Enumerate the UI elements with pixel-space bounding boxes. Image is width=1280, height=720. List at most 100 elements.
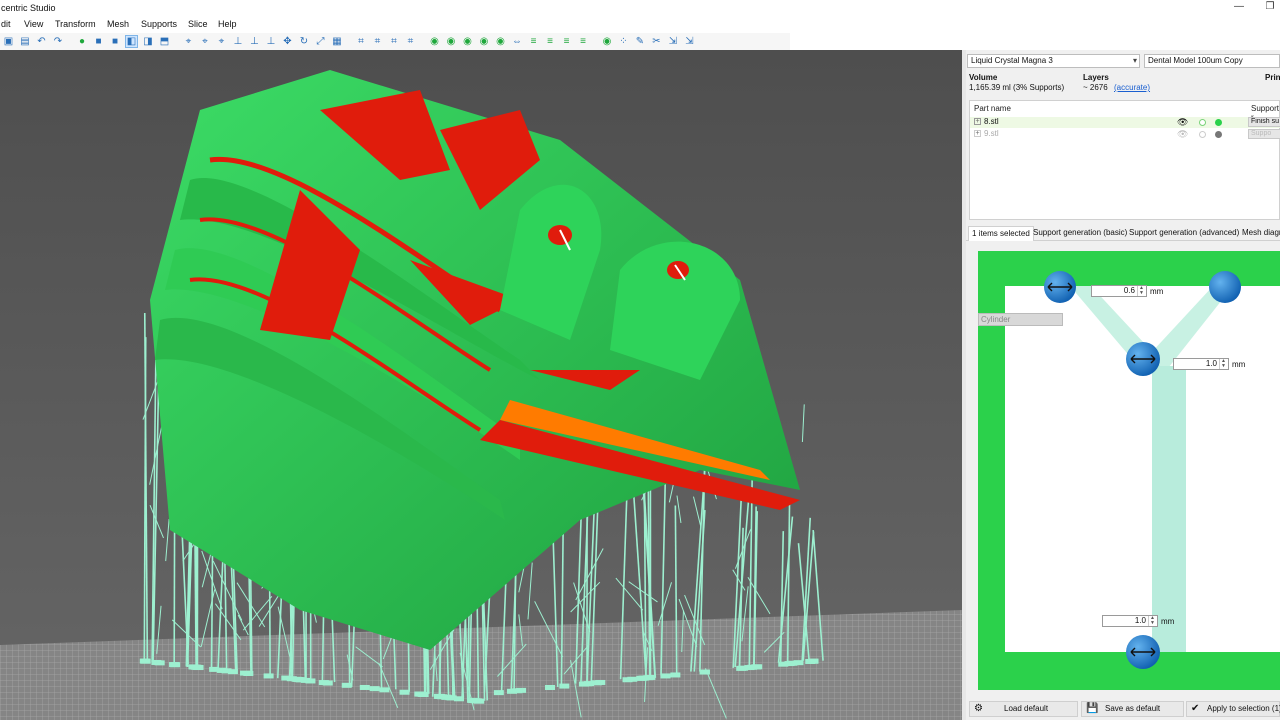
cut-icon[interactable]: ✂: [650, 35, 663, 48]
dots-icon[interactable]: ⁘: [617, 35, 630, 48]
view-front-icon[interactable]: ◧: [125, 35, 138, 48]
spinner-icon[interactable]: ▲ ▼: [1219, 359, 1227, 369]
sphere-icon[interactable]: ●: [76, 35, 89, 48]
view-side-icon[interactable]: ◨: [142, 35, 155, 48]
align-icon[interactable]: ⊥: [248, 35, 261, 48]
redo-icon[interactable]: ↷: [52, 35, 65, 48]
layers-icon[interactable]: ≡: [577, 35, 590, 48]
move-icon[interactable]: ✥: [281, 35, 294, 48]
support-foot: [243, 670, 254, 676]
apply-selection-button[interactable]: ✔ Apply to selection (1): [1186, 701, 1280, 717]
unit-label: mm: [1150, 287, 1164, 296]
eye-icon[interactable]: 👁: [1177, 117, 1188, 128]
settings-tabs: 1 items selected Support generation (bas…: [966, 225, 1280, 241]
cube-icon[interactable]: ■: [109, 35, 122, 48]
base-diameter-value: 1.0: [1134, 616, 1146, 625]
part-row[interactable]: + 8.stl 👁 Finish su: [970, 117, 1280, 128]
export-icon[interactable]: ⇲: [683, 35, 696, 48]
profile-select[interactable]: Dental Model 100um Copy: [1144, 54, 1280, 68]
unit-label: mm: [1232, 360, 1246, 369]
circle-icon[interactable]: ◉: [478, 35, 491, 48]
support-foot: [369, 686, 380, 692]
menu-transform[interactable]: Transform: [55, 19, 96, 29]
lock-icon[interactable]: [1199, 119, 1206, 126]
select-icon[interactable]: ⌖: [199, 35, 212, 48]
tools-icon[interactable]: ⌗: [371, 35, 384, 48]
expand-icon[interactable]: +: [974, 130, 981, 137]
support-foot: [639, 675, 650, 681]
tools-icon[interactable]: ⌗: [388, 35, 401, 48]
minimize-button[interactable]: —: [1232, 1, 1246, 13]
status-dot-icon[interactable]: [1215, 131, 1222, 138]
support-foot: [154, 660, 165, 666]
undo-icon[interactable]: ↶: [35, 35, 48, 48]
circle-icon[interactable]: ◉: [428, 35, 441, 48]
support-button[interactable]: Suppo: [1248, 129, 1280, 139]
tip-diameter-input[interactable]: 0.6 ▲ ▼: [1091, 285, 1147, 297]
printer-select[interactable]: Liquid Crystal Magna 3 ▾: [967, 54, 1140, 68]
base-diameter-input[interactable]: 1.0 ▲ ▼: [1102, 615, 1158, 627]
tools-icon[interactable]: ⌗: [404, 35, 417, 48]
view-top-icon[interactable]: ⬒: [158, 35, 171, 48]
shape-select[interactable]: Cylinder: [978, 313, 1063, 326]
grid-icon[interactable]: ▦: [331, 35, 344, 48]
window-title: centric Studio: [1, 3, 56, 13]
finish-support-button[interactable]: Finish su: [1248, 117, 1280, 127]
spinner-icon[interactable]: ▲ ▼: [1137, 286, 1145, 296]
support-foot: [778, 661, 789, 667]
menu-mesh[interactable]: Mesh: [107, 19, 129, 29]
tab-mesh-diagnostics[interactable]: Mesh diagr: [1242, 228, 1280, 237]
save-default-button[interactable]: 💾 Save as default: [1081, 701, 1184, 717]
3d-viewport[interactable]: [0, 50, 962, 720]
rotate-icon[interactable]: ↻: [298, 35, 311, 48]
wand-icon[interactable]: ✎: [634, 35, 647, 48]
circle-icon[interactable]: ◉: [445, 35, 458, 48]
menu-view[interactable]: View: [24, 19, 43, 29]
support-diameter-input[interactable]: 1.0 ▲ ▼: [1173, 358, 1229, 370]
support-foot: [140, 658, 151, 664]
tab-support-advanced[interactable]: Support generation (advanced): [1129, 228, 1239, 237]
expand-icon[interactable]: +: [974, 118, 981, 125]
layers-icon[interactable]: ≡: [544, 35, 557, 48]
tab-support-basic[interactable]: Support generation (basic): [1033, 228, 1127, 237]
open-icon[interactable]: ▤: [19, 35, 32, 48]
spinner-icon[interactable]: ▲ ▼: [1148, 616, 1156, 626]
export-icon[interactable]: ⇲: [667, 35, 680, 48]
part-row[interactable]: + 9.stl 👁 Suppo: [970, 129, 1280, 140]
circle-icon[interactable]: ◉: [494, 35, 507, 48]
top-left-node-icon: [1044, 271, 1076, 303]
menu-bar: dit View Transform Mesh Supports Slice H…: [0, 16, 1280, 32]
layers-icon[interactable]: ≡: [560, 35, 573, 48]
restore-button[interactable]: ❐: [1263, 1, 1277, 13]
support-foot: [436, 694, 447, 700]
arrows-icon[interactable]: ⇔: [511, 35, 524, 48]
scale-icon[interactable]: ⤢: [314, 35, 327, 48]
cube-icon[interactable]: ■: [92, 35, 105, 48]
menu-supports[interactable]: Supports: [141, 19, 177, 29]
support-foot: [738, 665, 749, 671]
eye-icon[interactable]: 👁: [1177, 129, 1188, 140]
status-dot-icon[interactable]: [1215, 119, 1222, 126]
accurate-link[interactable]: (accurate): [1114, 83, 1150, 92]
circle-icon[interactable]: ◉: [601, 35, 614, 48]
support-foot: [263, 673, 274, 679]
support-foot: [305, 678, 316, 684]
tab-selection[interactable]: 1 items selected: [968, 226, 1034, 241]
chevron-down-icon: ▾: [1132, 56, 1137, 65]
tools-icon[interactable]: ⌗: [355, 35, 368, 48]
align-icon[interactable]: ⊥: [265, 35, 278, 48]
scene-render: [0, 50, 962, 720]
select-icon[interactable]: ⌖: [182, 35, 195, 48]
menu-edit[interactable]: dit: [1, 19, 11, 29]
align-icon[interactable]: ⊥: [232, 35, 245, 48]
menu-slice[interactable]: Slice: [188, 19, 208, 29]
menu-help[interactable]: Help: [218, 19, 237, 29]
circle-icon[interactable]: ◉: [461, 35, 474, 48]
select-icon[interactable]: ⌖: [215, 35, 228, 48]
lock-icon[interactable]: [1199, 131, 1206, 138]
load-default-button[interactable]: ⚙ Load default: [969, 701, 1078, 717]
save-icon[interactable]: ▣: [2, 35, 15, 48]
support-foot: [286, 676, 297, 682]
layers-icon[interactable]: ≡: [527, 35, 540, 48]
load-default-label: Load default: [1004, 704, 1049, 713]
